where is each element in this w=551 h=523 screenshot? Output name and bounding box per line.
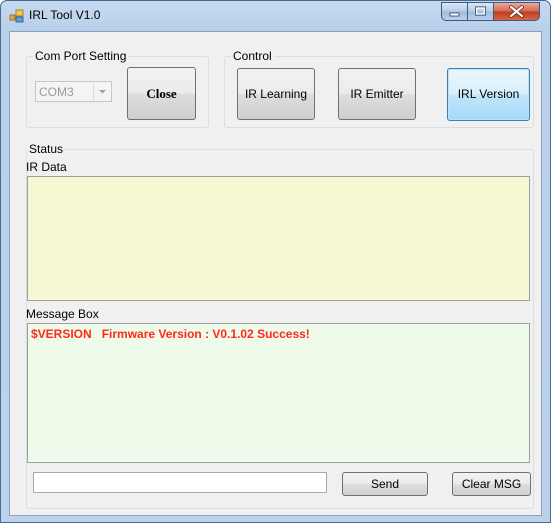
- message-line: $VERSION Firmware Version : V0.1.02 Succ…: [31, 327, 310, 341]
- com-port-legend: Com Port Setting: [33, 49, 129, 63]
- app-window: IRL Tool V1.0 Com Port Setting COM3 Clos…: [0, 0, 551, 523]
- chevron-down-icon: [93, 82, 111, 101]
- ir-learning-label: IR Learning: [244, 87, 308, 101]
- clear-msg-button[interactable]: Clear MSG: [452, 472, 531, 496]
- irl-version-button[interactable]: IRL Version: [447, 68, 530, 121]
- irl-version-label: IRL Version: [457, 87, 520, 101]
- maximize-button[interactable]: [467, 2, 494, 21]
- com-port-select[interactable]: COM3: [35, 81, 112, 102]
- ir-data-textarea[interactable]: [27, 176, 530, 301]
- ir-data-label: IR Data: [26, 160, 67, 174]
- status-legend: Status: [27, 142, 66, 156]
- window-close-button[interactable]: [493, 2, 540, 21]
- message-box-label: Message Box: [26, 307, 99, 321]
- ir-learning-button[interactable]: IR Learning: [237, 68, 315, 120]
- close-icon: [509, 5, 524, 18]
- app-icon: [9, 9, 24, 23]
- send-input[interactable]: [33, 472, 327, 493]
- close-port-label: Close: [146, 86, 177, 101]
- send-label: Send: [370, 477, 400, 491]
- ir-emitter-button[interactable]: IR Emitter: [338, 68, 416, 120]
- ir-emitter-label: IR Emitter: [350, 87, 404, 101]
- maximize-icon: [475, 6, 486, 16]
- minimize-icon: [449, 12, 460, 17]
- control-legend: Control: [231, 49, 274, 63]
- message-box-textarea[interactable]: $VERSION Firmware Version : V0.1.02 Succ…: [27, 323, 530, 463]
- send-button[interactable]: Send: [342, 472, 428, 496]
- window-title: IRL Tool V1.0: [29, 8, 101, 22]
- clear-msg-label: Clear MSG: [461, 477, 522, 491]
- minimize-button[interactable]: [441, 2, 468, 21]
- title-bar[interactable]: IRL Tool V1.0: [1, 1, 550, 31]
- com-port-value: COM3: [39, 85, 74, 99]
- close-port-button[interactable]: Close: [127, 67, 196, 120]
